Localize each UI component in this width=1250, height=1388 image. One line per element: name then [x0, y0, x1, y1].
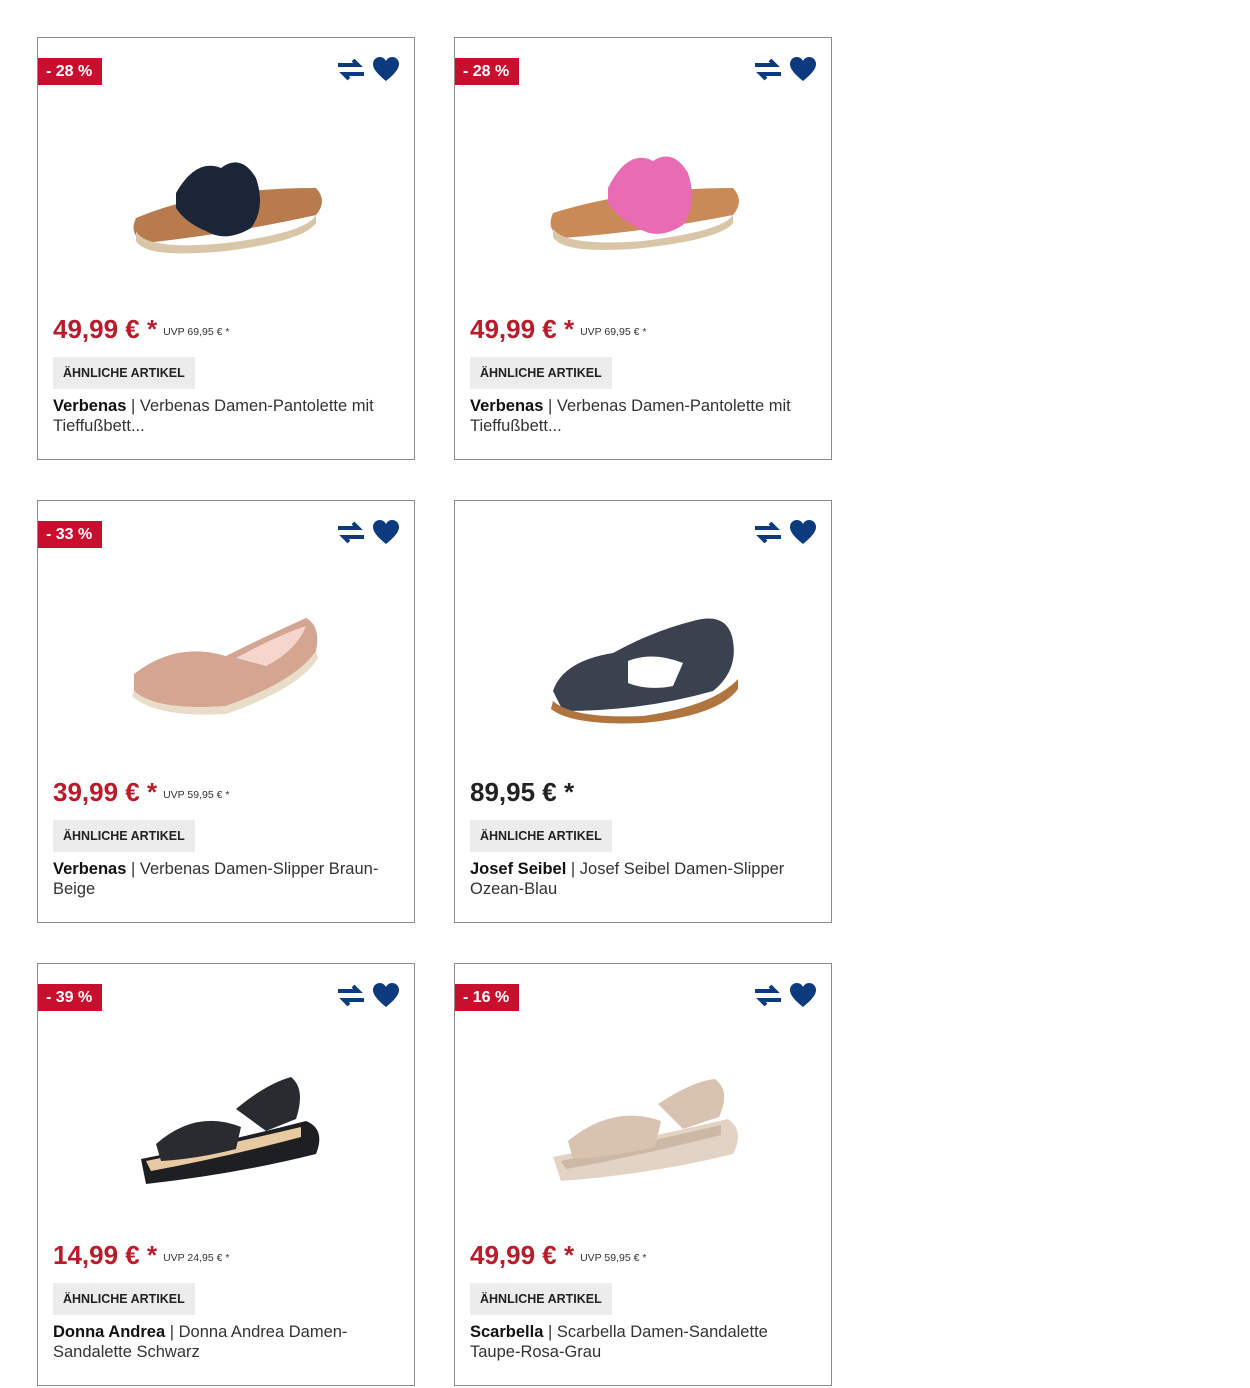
price-row: 49,99 € * UVP 59,95 € *	[470, 1240, 646, 1271]
discount-badge: - 16 %	[455, 984, 520, 1011]
product-card[interactable]: 89,95 € * ÄHNLICHE ARTIKEL Josef Seibel …	[454, 500, 832, 923]
product-title[interactable]: Verbenas | Verbenas Damen-Pantolette mit…	[470, 396, 810, 436]
price-row: 39,99 € * UVP 59,95 € *	[53, 777, 229, 808]
similar-items-button[interactable]: ÄHNLICHE ARTIKEL	[470, 357, 612, 389]
heart-icon[interactable]	[372, 519, 400, 545]
price-row: 89,95 € *	[470, 777, 574, 808]
brand-name: Scarbella	[470, 1323, 544, 1341]
discount-badge: - 28 %	[38, 58, 103, 85]
card-actions	[336, 519, 400, 545]
sale-price: 14,99 € *	[53, 1240, 158, 1270]
separator: |	[570, 860, 576, 878]
discount-badge: - 39 %	[38, 984, 103, 1011]
card-actions	[753, 982, 817, 1008]
heart-icon[interactable]	[372, 56, 400, 82]
sale-price: 49,99 € *	[470, 1240, 575, 1270]
product-image[interactable]	[455, 98, 831, 298]
product-image[interactable]	[455, 561, 831, 761]
sale-price: 49,99 € *	[53, 314, 158, 344]
similar-items-button[interactable]: ÄHNLICHE ARTIKEL	[53, 1283, 195, 1315]
similar-items-button[interactable]: ÄHNLICHE ARTIKEL	[53, 357, 195, 389]
heart-icon[interactable]	[372, 982, 400, 1008]
sale-price: 39,99 € *	[53, 777, 158, 807]
product-card[interactable]: - 28 % 49,99 € * UVP 69,95 € * ÄHNLICHE …	[37, 37, 415, 460]
heart-icon[interactable]	[789, 982, 817, 1008]
card-actions	[753, 519, 817, 545]
product-title[interactable]: Verbenas | Verbenas Damen-Slipper Braun-…	[53, 859, 393, 899]
compare-arrows-icon[interactable]	[336, 982, 366, 1008]
product-title[interactable]: Josef Seibel | Josef Seibel Damen-Slippe…	[470, 859, 810, 899]
brand-name: Verbenas	[53, 397, 127, 415]
product-card[interactable]: - 33 % 39,99 € * UVP 59,95 € * ÄHNLICHE …	[37, 500, 415, 923]
uvp-price: UVP 24,95 € *	[163, 1252, 230, 1264]
product-card[interactable]: - 16 % 49,99 € * UVP 59,95 € * ÄHNLICHE …	[454, 963, 832, 1386]
compare-arrows-icon[interactable]	[753, 519, 783, 545]
heart-icon[interactable]	[789, 56, 817, 82]
product-title[interactable]: Verbenas | Verbenas Damen-Pantolette mit…	[53, 396, 393, 436]
separator: |	[547, 1323, 553, 1341]
product-title[interactable]: Scarbella | Scarbella Damen-Sandalette T…	[470, 1322, 810, 1362]
compare-arrows-icon[interactable]	[336, 56, 366, 82]
product-card[interactable]: - 39 % 14,99 € * UVP 24,95 € * ÄHNLICHE …	[37, 963, 415, 1386]
sale-price: 49,99 € *	[470, 314, 575, 344]
product-image[interactable]	[38, 1024, 414, 1224]
card-actions	[753, 56, 817, 82]
uvp-price: UVP 59,95 € *	[163, 789, 230, 801]
uvp-price: UVP 59,95 € *	[580, 1252, 647, 1264]
discount-badge: - 33 %	[38, 521, 103, 548]
similar-items-button[interactable]: ÄHNLICHE ARTIKEL	[53, 820, 195, 852]
similar-items-button[interactable]: ÄHNLICHE ARTIKEL	[470, 820, 612, 852]
product-image[interactable]	[38, 98, 414, 298]
compare-arrows-icon[interactable]	[753, 982, 783, 1008]
heart-icon[interactable]	[789, 519, 817, 545]
separator: |	[130, 397, 136, 415]
brand-name: Donna Andrea	[53, 1323, 166, 1341]
brand-name: Verbenas	[470, 397, 544, 415]
brand-name: Verbenas	[53, 860, 127, 878]
card-actions	[336, 982, 400, 1008]
discount-badge: - 28 %	[455, 58, 520, 85]
uvp-price: UVP 69,95 € *	[580, 326, 647, 338]
brand-name: Josef Seibel	[470, 860, 567, 878]
compare-arrows-icon[interactable]	[753, 56, 783, 82]
similar-items-button[interactable]: ÄHNLICHE ARTIKEL	[470, 1283, 612, 1315]
product-image[interactable]	[455, 1024, 831, 1224]
price-row: 14,99 € * UVP 24,95 € *	[53, 1240, 229, 1271]
product-image[interactable]	[38, 561, 414, 761]
separator: |	[130, 860, 136, 878]
product-card[interactable]: - 28 % 49,99 € * UVP 69,95 € * ÄHNLICHE …	[454, 37, 832, 460]
product-title[interactable]: Donna Andrea | Donna Andrea Damen-Sandal…	[53, 1322, 393, 1362]
card-actions	[336, 56, 400, 82]
compare-arrows-icon[interactable]	[336, 519, 366, 545]
price: 89,95 € *	[470, 777, 575, 807]
separator: |	[169, 1323, 175, 1341]
price-row: 49,99 € * UVP 69,95 € *	[470, 314, 646, 345]
price-row: 49,99 € * UVP 69,95 € *	[53, 314, 229, 345]
separator: |	[547, 397, 553, 415]
uvp-price: UVP 69,95 € *	[163, 326, 230, 338]
